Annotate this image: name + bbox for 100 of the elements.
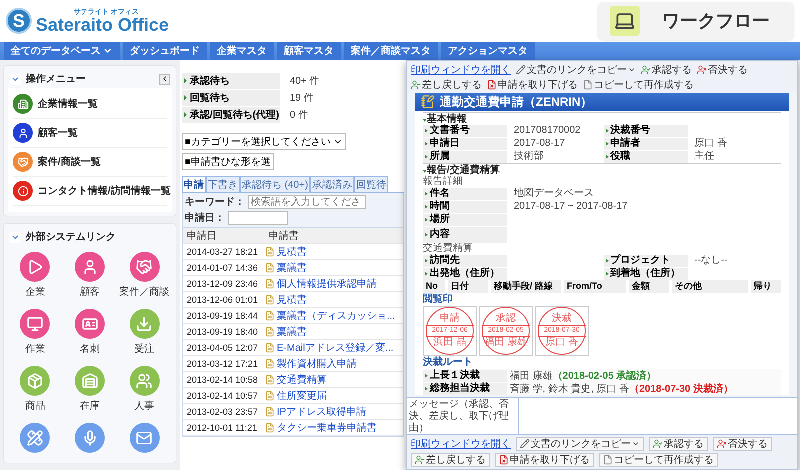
action-button[interactable]: 差し戻しする [411, 79, 482, 91]
action-button[interactable]: 承認する [649, 437, 708, 451]
print-window-link[interactable]: 印刷ウィンドウを開く [411, 63, 511, 77]
link-item[interactable]: 受注 [117, 309, 172, 356]
document-link[interactable]: 稟議書 [265, 324, 403, 338]
date-cell-text: 2013-04-05 12:07 [186, 342, 260, 352]
link-item[interactable]: 人事 [117, 366, 172, 413]
template-select[interactable]: ■申請書ひな形を選 [182, 153, 274, 170]
action-button[interactable]: 申請を取り下げる [495, 453, 594, 467]
summary-label: 回覧待ち [182, 90, 280, 106]
action-button[interactable]: 文書のリンクをコピー [516, 64, 636, 76]
document-link[interactable]: 製作資材購入申請 [265, 356, 403, 370]
user-x-icon [717, 439, 727, 449]
user-minus-icon [411, 80, 421, 90]
document-icon [265, 278, 275, 288]
document-icon [265, 310, 275, 320]
laptop-icon [610, 6, 640, 36]
field-value: 2017-08-17 ~ 2017-08-17 [513, 201, 629, 213]
summary-label: 承認待ち [182, 72, 280, 88]
link-item[interactable]: 案件／商談 [117, 252, 172, 299]
summary-label: 承認/回覧待ち(代理) [182, 106, 280, 122]
tab[interactable]: 承認待ち (40+) [240, 176, 310, 192]
field-label: 文書番号 [423, 125, 507, 137]
section-heading: 報告/交通費精算 [423, 163, 781, 176]
action-button[interactable]: 否決する [697, 64, 748, 76]
document-link[interactable]: タクシー乗車券申請書 [265, 420, 403, 434]
date-cell-text: 2013-12-06 01:01 [186, 294, 260, 304]
document-link[interactable]: 稟議書（ディスカッショ... [265, 308, 403, 322]
field-value: 2017-08-17 [513, 138, 566, 150]
document-link[interactable]: 稟議書 [265, 260, 403, 274]
logo-mark: S [6, 8, 32, 34]
menu-item[interactable]: 案件/商談一覧 [13, 148, 167, 177]
field-label: 出発地（住所） [423, 268, 507, 280]
link-item[interactable]: 商品 [8, 366, 63, 413]
tab[interactable]: 回覧待 [354, 176, 388, 192]
date-cell-text: 2014-03-27 18:21 [186, 246, 260, 256]
file-x-icon [487, 80, 497, 90]
action-button[interactable]: 文書のリンクをコピー [516, 437, 644, 451]
column-header: その他 [672, 280, 748, 293]
nav-item[interactable]: アクションマスタ [441, 42, 535, 60]
link-item[interactable]: 作業 [8, 309, 63, 356]
route-approvers: 斉藤 学, 鈴木 貴史, 原口 香（2018-07-30 決裁済） [510, 382, 734, 396]
field-label: プロジェクト [604, 255, 688, 267]
menu-item[interactable]: 企業情報一覧 [13, 90, 167, 119]
menu-item[interactable]: 顧客一覧 [13, 119, 167, 148]
document-icon [603, 455, 613, 465]
link-item[interactable]: 顧客 [62, 252, 118, 299]
link-item[interactable]: 在庫 [62, 366, 118, 413]
toggle-icon[interactable] [10, 232, 21, 242]
nav-item[interactable]: ダッシュボード [123, 42, 207, 60]
tab[interactable]: 承認済み [310, 176, 354, 192]
link-item[interactable]: 名刺 [62, 309, 118, 356]
column-header: 申請書 [268, 230, 300, 242]
action-button[interactable]: コピーして再作成する [583, 79, 694, 91]
action-button[interactable]: コピーして再作成する [599, 453, 718, 467]
field-label: 申請者 [604, 138, 688, 150]
document-link[interactable]: 個人情報提供承認申請 [265, 276, 403, 290]
field-value: --なし-- [694, 255, 729, 267]
document-title: 通勤交通費申請（ZENRIN） [440, 94, 593, 110]
summary-value: 19 件 [290, 92, 314, 104]
collapse-button[interactable] [159, 74, 170, 84]
link-item[interactable]: 企業 [8, 252, 63, 299]
nav-item[interactable]: 企業マスタ [210, 42, 274, 60]
column-header: 帰り [751, 280, 781, 293]
file-x-icon [499, 455, 509, 465]
document-icon [265, 326, 275, 336]
document-link[interactable]: IPアドレス取得申請 [265, 404, 403, 418]
keyword-field[interactable]: 検索語を入力してくださ [248, 195, 366, 209]
document-icon [265, 342, 275, 352]
field-label: 到着地（住所） [604, 268, 688, 280]
toggle-icon[interactable] [10, 74, 21, 84]
document-link[interactable]: E-Mailアドレス登録／変... [265, 340, 403, 354]
column-header: 金額 [629, 280, 669, 293]
document-link[interactable]: 見積書 [265, 292, 403, 306]
document-link[interactable]: 見積書 [265, 244, 403, 258]
date-label: 申請日： [185, 212, 225, 225]
action-button[interactable]: 否決する [713, 437, 772, 451]
date-cell-text: 2013-02-14 10:58 [186, 374, 260, 384]
date-field[interactable] [228, 211, 288, 225]
nav-item[interactable]: 案件／商談マスタ [344, 42, 438, 60]
date-cell-text: 2012-10-01 11:21 [186, 422, 258, 432]
tab[interactable]: 申請 [182, 176, 206, 192]
nav-item[interactable]: 顧客マスタ [277, 42, 341, 60]
category-select[interactable]: ■カテゴリーを選択してください [182, 133, 346, 150]
document-link[interactable]: 住所変更届 [265, 388, 403, 402]
print-window-link[interactable]: 印刷ウィンドウを開く [411, 437, 511, 451]
field-label: 場所 [423, 214, 507, 226]
date-cell-text: 2013-02-14 10:57 [186, 390, 260, 400]
document-link[interactable]: 交通費精算 [265, 372, 403, 386]
summary-value: 0 件 [290, 108, 308, 122]
nav-item[interactable]: 全てのデータベース [4, 42, 120, 60]
tab[interactable]: 下書き [206, 176, 240, 192]
user-x-icon [697, 65, 707, 75]
field-label: 時間 [423, 201, 507, 213]
action-button[interactable]: 申請を取り下げる [487, 79, 578, 91]
action-button[interactable]: 差し戻しする [411, 453, 490, 467]
action-button[interactable]: 承認する [641, 64, 692, 76]
stamp-role: 承認 [496, 313, 516, 325]
field-value: 主任 [694, 151, 716, 163]
message-field[interactable] [519, 398, 797, 434]
